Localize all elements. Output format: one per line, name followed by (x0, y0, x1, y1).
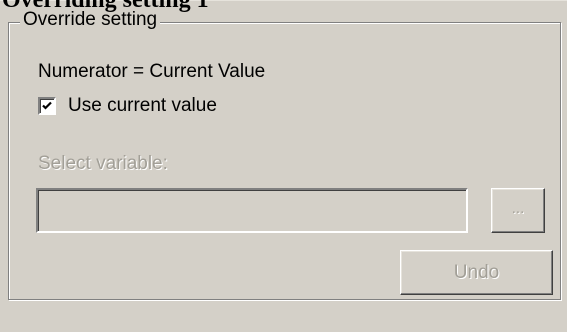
undo-button[interactable]: Undo (400, 250, 553, 295)
dialog-panel: Override setting Numerator = Current Val… (0, 0, 567, 332)
browse-button[interactable]: ... (491, 188, 545, 233)
select-variable-input[interactable] (36, 188, 468, 233)
document-heading: Overriding setting 1 (2, 0, 209, 13)
use-current-value-label: Use current value (68, 95, 217, 116)
select-variable-label: Select variable: (38, 153, 168, 174)
checkbox-checked-icon[interactable] (38, 97, 56, 115)
use-current-value-checkbox[interactable]: Use current value (38, 95, 217, 117)
checkmark-icon (42, 101, 52, 110)
numerator-status-text: Numerator = Current Value (38, 61, 266, 82)
